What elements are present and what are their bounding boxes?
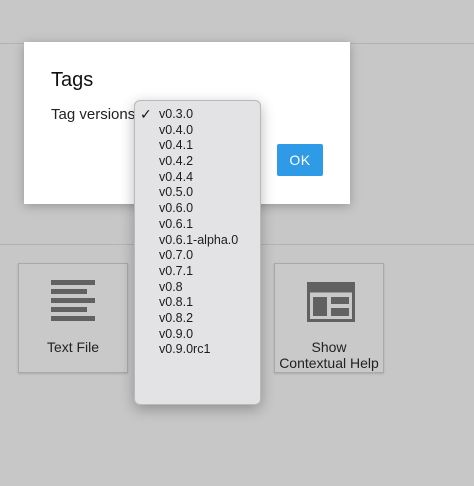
dropdown-option[interactable]: v0.9.0 [135,327,260,343]
tag-versions-dropdown[interactable]: ✓ v0.3.0 v0.4.0 v0.4.1 v0.4.2 v0.4.4 v0.5.0 v0.… [134,100,261,405]
dropdown-option[interactable]: v0.9.0rc1 [135,342,260,358]
dropdown-option[interactable]: v0.5.0 [135,185,260,201]
dropdown-option[interactable]: v0.7.1 [135,264,260,280]
option-label: v0.6.0 [159,201,194,216]
option-label: v0.8.2 [159,310,194,325]
checkmark-icon: ✓ [140,106,152,122]
dropdown-option[interactable]: v0.4.2 [135,154,260,170]
option-label: v0.9.0rc1 [159,342,211,357]
tag-versions-label: Tag versions [51,106,136,123]
dropdown-option[interactable]: v0.8 [135,280,260,296]
text-file-tile[interactable]: Text File [18,263,128,373]
option-label: v0.4.1 [159,138,194,153]
contextual-help-tile[interactable]: Show Contextual Help [274,263,384,373]
dialog-title: Tags [51,69,94,91]
dropdown-option[interactable]: v0.6.0 [135,201,260,217]
option-label: v0.9.0 [159,326,194,341]
option-label: v0.4.4 [159,169,194,184]
tile-label-line: Contextual Help [279,355,379,371]
dropdown-option[interactable]: v0.4.4 [135,170,260,186]
dropdown-option[interactable]: v0.7.0 [135,248,260,264]
ok-button[interactable]: OK [277,144,323,176]
option-label: v0.8.1 [159,295,194,310]
dropdown-option[interactable]: v0.4.1 [135,138,260,154]
dropdown-option[interactable]: v0.4.0 [135,123,260,139]
text-lines-icon [51,280,95,321]
dropdown-option[interactable]: v0.8.1 [135,295,260,311]
option-label: v0.4.0 [159,122,194,137]
tile-label-line: Show [311,339,347,355]
option-label: v0.7.0 [159,248,194,263]
option-label: v0.6.1-alpha.0 [159,232,239,247]
option-label: v0.4.2 [159,154,194,169]
options-list: ✓ v0.3.0 v0.4.0 v0.4.1 v0.4.2 v0.4.4 v0.5.0 v0.… [135,101,260,358]
dropdown-option[interactable]: ✓ v0.3.0 [135,106,260,123]
dropdown-option[interactable]: v0.8.2 [135,311,260,327]
dropdown-option[interactable]: v0.6.1 [135,217,260,233]
option-label: v0.8 [159,279,183,294]
option-label: v0.6.1 [159,216,194,231]
option-label: v0.7.1 [159,263,194,278]
tile-label: Text File [46,339,100,355]
dropdown-option[interactable]: v0.6.1-alpha.0 [135,233,260,249]
launcher-backdrop: Text File Show Contextual Help Tags Tag … [0,0,474,486]
tile-label: Show Contextual Help [275,339,383,371]
option-label: v0.3.0 [159,107,194,121]
layout-panel-icon [307,282,355,322]
option-label: v0.5.0 [159,185,194,200]
